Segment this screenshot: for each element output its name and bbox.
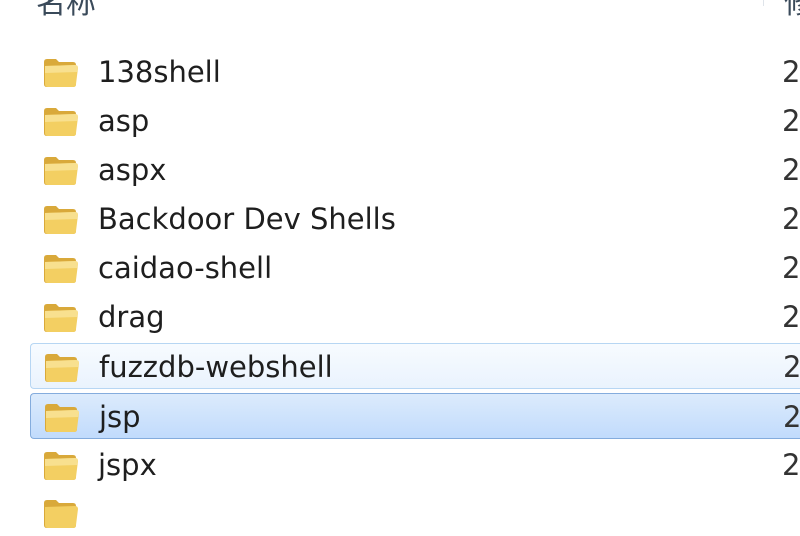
- item-name: jsp: [99, 400, 141, 434]
- folder-icon: [44, 108, 78, 136]
- item-name: 138shell: [98, 55, 221, 89]
- list-item-hovered[interactable]: fuzzdb-webshell 2: [30, 343, 800, 389]
- folder-icon: [44, 59, 78, 87]
- list-item[interactable]: asp 2: [30, 98, 800, 144]
- item-date: 2: [782, 202, 800, 236]
- item-name: caidao-shell: [98, 251, 273, 285]
- item-date: 2: [782, 300, 800, 334]
- item-date: 2: [782, 104, 800, 138]
- item-name: drag: [98, 300, 165, 334]
- list-item[interactable]: aspx 2: [30, 147, 800, 193]
- item-name: jspx: [98, 448, 157, 482]
- item-date: 2: [782, 153, 800, 187]
- folder-icon: [44, 452, 78, 480]
- folder-icon: [45, 354, 79, 382]
- folder-icon: [44, 304, 78, 332]
- item-name: aspx: [98, 153, 167, 187]
- list-item[interactable]: Backdoor Dev Shells 2: [30, 196, 800, 242]
- item-date: 2: [783, 400, 800, 434]
- list-item[interactable]: jspx 2: [30, 442, 800, 488]
- item-date: 2: [782, 251, 800, 285]
- list-item[interactable]: caidao-shell 2: [30, 245, 800, 291]
- file-list: 138shell 2 asp 2 aspx 2 Backdoor Dev She…: [0, 0, 800, 528]
- folder-icon: [45, 404, 79, 432]
- item-date: 2: [782, 55, 800, 89]
- item-name: Backdoor Dev Shells: [98, 202, 396, 236]
- list-item[interactable]: drag 2: [30, 294, 800, 340]
- folder-icon: [44, 500, 78, 528]
- folder-icon: [44, 206, 78, 234]
- list-item-selected[interactable]: jsp 2: [30, 393, 800, 439]
- item-name: fuzzdb-webshell: [99, 350, 333, 384]
- item-date: 2: [783, 350, 800, 384]
- folder-icon: [44, 157, 78, 185]
- item-name: asp: [98, 104, 150, 138]
- list-item-partial[interactable]: [30, 490, 800, 536]
- list-item[interactable]: 138shell 2: [30, 49, 800, 95]
- item-date: 2: [782, 448, 800, 482]
- folder-icon: [44, 255, 78, 283]
